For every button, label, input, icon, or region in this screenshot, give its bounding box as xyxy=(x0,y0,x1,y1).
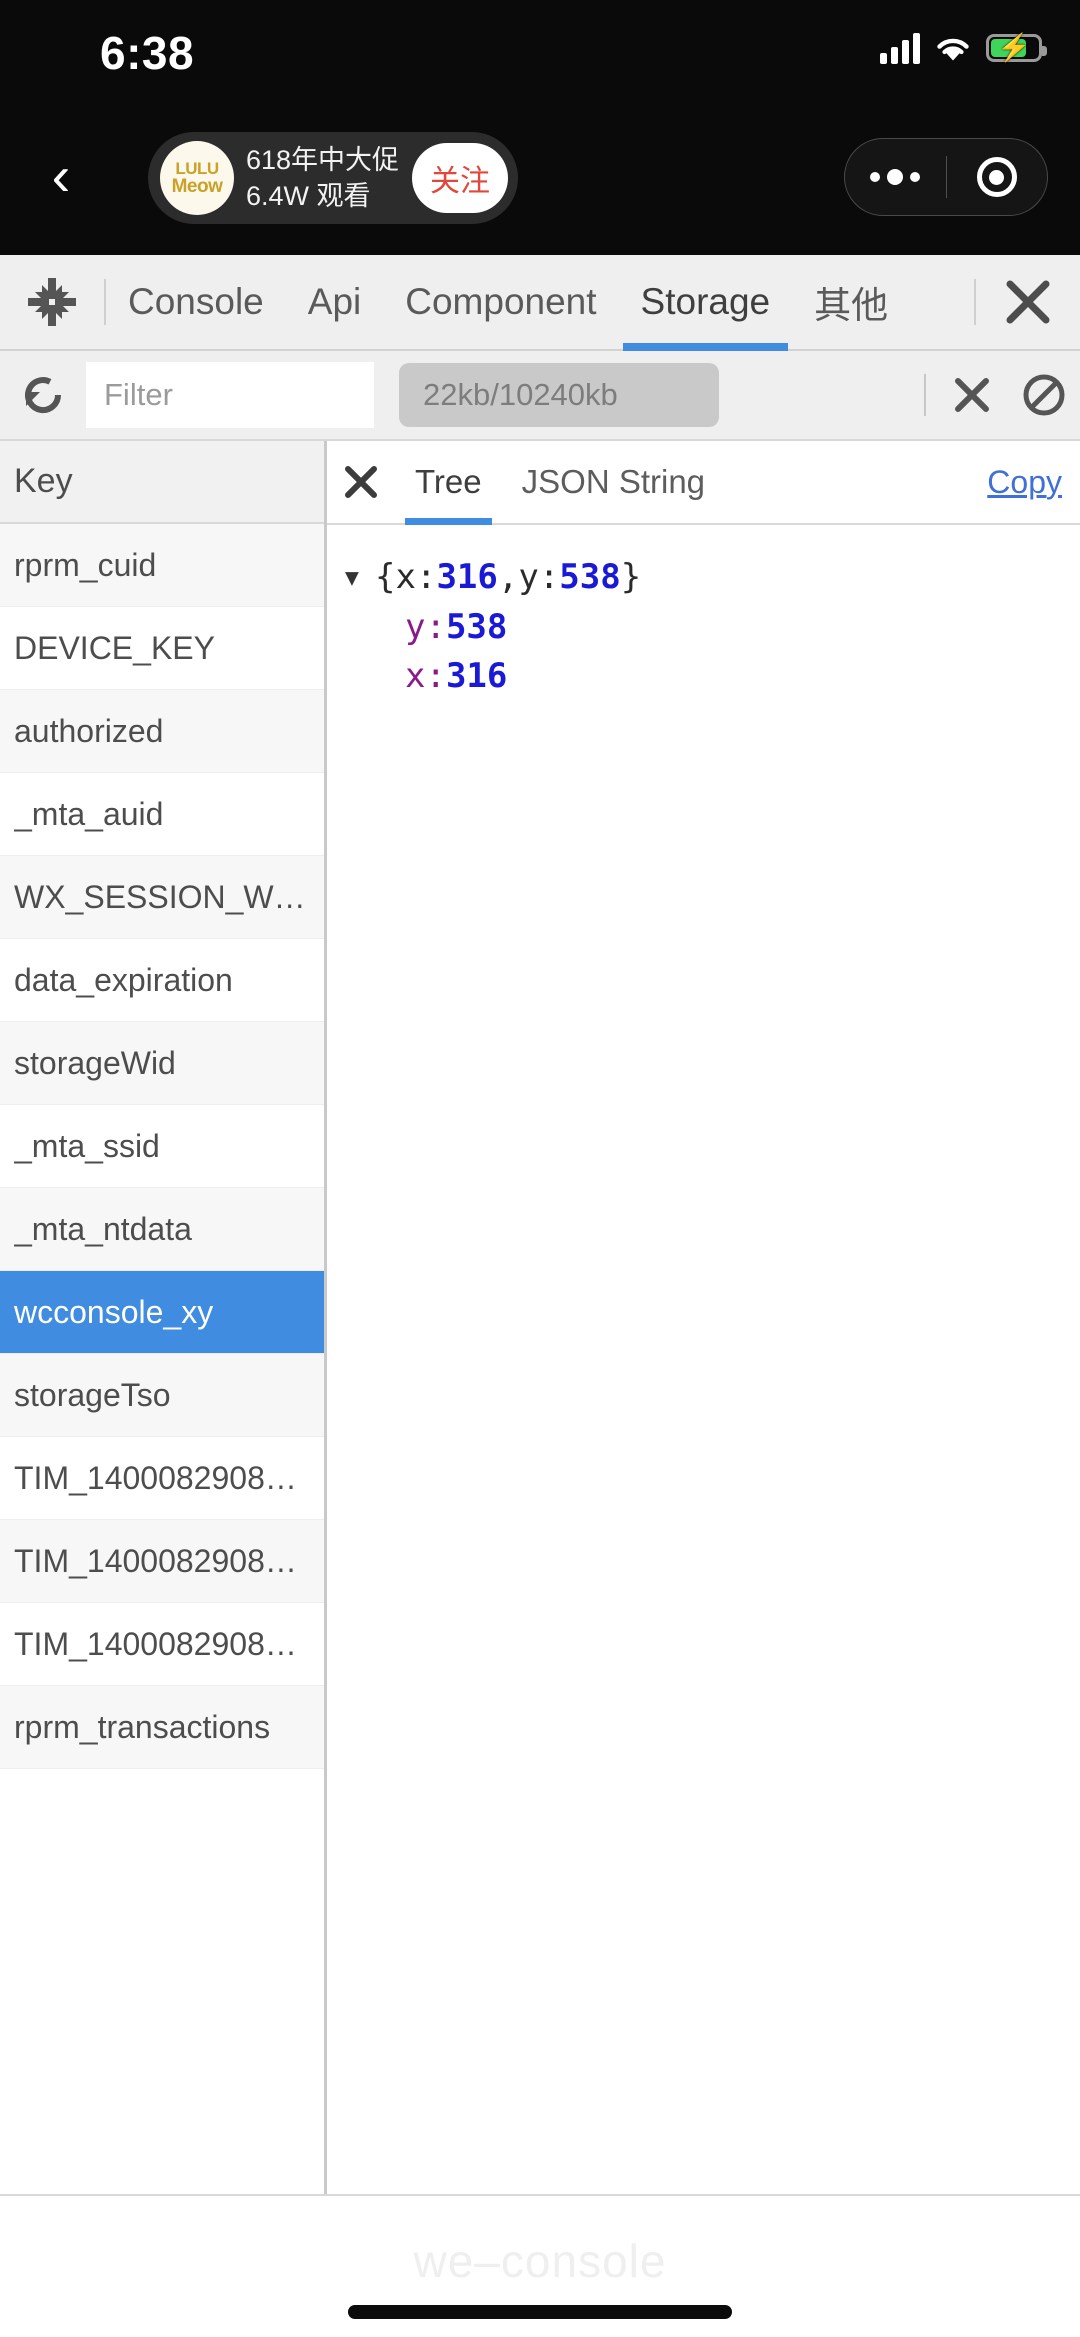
back-chevron-icon[interactable]: ‹ xyxy=(34,140,88,212)
home-indicator xyxy=(348,2305,732,2319)
tab-component[interactable]: Component xyxy=(383,255,618,349)
json-open-brace: { xyxy=(375,557,396,597)
clear-filter-icon[interactable] xyxy=(936,373,1008,417)
key-label: TIM_1400082908… xyxy=(14,1625,297,1662)
battery-charging-icon: ⚡ xyxy=(986,34,1047,62)
live-room-viewers: 6.4W 观看 xyxy=(246,181,371,211)
status-bar-time: 6:38 xyxy=(100,27,195,79)
no-entry-icon[interactable] xyxy=(1008,371,1080,419)
chevron-down-icon[interactable]: ▼ xyxy=(345,567,375,590)
table-row[interactable]: DEVICE_KEY xyxy=(0,607,324,690)
status-bar-icons: ⚡ xyxy=(880,32,1047,64)
tab-other[interactable]: 其他 xyxy=(792,255,910,349)
table-row[interactable]: rprm_cuid xyxy=(0,524,324,607)
json-summary-key-x: x: xyxy=(395,557,437,597)
table-row-selected[interactable]: wcconsole_xy xyxy=(0,1271,324,1354)
key-label: rprm_transactions xyxy=(14,1708,271,1745)
json-summary-value-y: 538 xyxy=(559,557,621,597)
key-label: DEVICE_KEY xyxy=(14,629,215,666)
json-tree-child-row: x: 316 xyxy=(345,652,1080,702)
json-tree-child-row: y: 538 xyxy=(345,603,1080,653)
value-tabbar: Tree JSON String Copy xyxy=(327,441,1080,525)
table-row[interactable]: _mta_ssid xyxy=(0,1105,324,1188)
storage-panes: Key rprm_cuid DEVICE_KEY authorized _mta… xyxy=(0,441,1080,2194)
tab-json-string[interactable]: JSON String xyxy=(502,441,725,523)
key-label: _mta_ssid xyxy=(14,1127,160,1164)
more-dots-icon[interactable] xyxy=(845,169,946,185)
table-row[interactable]: TIM_1400082908… xyxy=(0,1603,324,1686)
key-label: storageWid xyxy=(14,1044,176,1081)
json-close-brace: } xyxy=(620,557,642,597)
json-summary-separator: , xyxy=(497,557,519,597)
copy-link[interactable]: Copy xyxy=(987,441,1080,523)
table-row[interactable]: storageWid xyxy=(0,1022,324,1105)
live-bar: ‹ LULU Meow 618年中大促 6.4W 观看 关注 xyxy=(0,100,1080,255)
collapse-arrows-icon[interactable] xyxy=(0,255,104,349)
tab-api[interactable]: Api xyxy=(286,255,383,349)
tab-console[interactable]: Console xyxy=(106,255,286,349)
live-room-pill[interactable]: LULU Meow 618年中大促 6.4W 观看 关注 xyxy=(148,132,518,224)
table-row[interactable]: data_expiration xyxy=(0,939,324,1022)
avatar-logo-line1: LULU xyxy=(175,158,219,178)
avatar: LULU Meow xyxy=(160,141,234,215)
key-column-header: Key xyxy=(0,441,324,524)
filterbar-divider xyxy=(924,374,926,416)
key-label: data_expiration xyxy=(14,961,233,998)
value-close-icon[interactable] xyxy=(327,441,395,523)
json-child-value: 538 xyxy=(445,606,508,647)
status-bar: 6:38 ⚡ xyxy=(0,0,1080,100)
key-label: wcconsole_xy xyxy=(14,1293,214,1330)
cellular-signal-icon xyxy=(880,32,920,64)
key-label: WX_SESSION_W… xyxy=(14,878,306,915)
filter-input[interactable] xyxy=(86,362,374,428)
table-row[interactable]: TIM_1400082908… xyxy=(0,1520,324,1603)
table-row[interactable]: authorized xyxy=(0,690,324,773)
json-tree-root-row[interactable]: ▼ { x: 316 , y: 538 } xyxy=(345,553,1080,603)
table-row[interactable]: WX_SESSION_W… xyxy=(0,856,324,939)
devtools-tabbar: Console Api Component Storage 其他 xyxy=(0,255,1080,351)
live-room-title: 618年中大促 xyxy=(246,144,400,175)
tab-storage[interactable]: Storage xyxy=(619,255,793,351)
storage-value-panel: Tree JSON String Copy ▼ { x: 316 , y: 53… xyxy=(327,441,1080,2194)
capsule-target-icon[interactable] xyxy=(947,157,1048,197)
json-child-value: 316 xyxy=(445,656,508,697)
key-label: TIM_1400082908… xyxy=(14,1459,297,1496)
key-label: rprm_cuid xyxy=(14,546,157,583)
wifi-icon xyxy=(937,38,969,61)
json-summary-value-x: 316 xyxy=(436,557,498,597)
storage-filter-bar: 22kb/10240kb xyxy=(0,351,1080,441)
storage-size-badge: 22kb/10240kb xyxy=(399,363,719,427)
key-label: _mta_auid xyxy=(14,795,164,832)
miniprogram-capsule xyxy=(844,138,1048,216)
table-row[interactable]: storageTso xyxy=(0,1354,324,1437)
live-room-info: 618年中大促 6.4W 观看 xyxy=(246,142,412,215)
key-label: storageTso xyxy=(14,1376,171,1413)
table-row[interactable]: rprm_transactions xyxy=(0,1686,324,1769)
screen-root: 6:38 ⚡ ‹ LULU Meow 618年中大促 6.4W 观看 关注 Co… xyxy=(0,0,1080,2337)
refresh-icon[interactable] xyxy=(0,370,86,420)
table-row[interactable]: _mta_ntdata xyxy=(0,1188,324,1271)
table-row[interactable]: TIM_1400082908… xyxy=(0,1437,324,1520)
we-console-watermark: we–console xyxy=(413,2235,667,2287)
devtools-tabs: Console Api Component Storage 其他 xyxy=(106,255,974,351)
key-label: TIM_1400082908… xyxy=(14,1542,297,1579)
json-tree: ▼ { x: 316 , y: 538 } y: 538 x: 316 xyxy=(327,525,1080,702)
devtools-close-icon[interactable] xyxy=(976,255,1080,349)
tab-tree[interactable]: Tree xyxy=(395,441,502,525)
table-row[interactable]: _mta_auid xyxy=(0,773,324,856)
json-child-key: x: xyxy=(405,656,446,697)
live-stream-header: 6:38 ⚡ ‹ LULU Meow 618年中大促 6.4W 观看 关注 xyxy=(0,0,1080,255)
json-summary-key-y: y: xyxy=(518,557,560,597)
key-label: authorized xyxy=(14,712,164,749)
json-child-key: y: xyxy=(405,606,446,647)
avatar-logo-line2: Meow xyxy=(171,175,223,197)
key-label: _mta_ntdata xyxy=(14,1210,192,1247)
storage-key-panel: Key rprm_cuid DEVICE_KEY authorized _mta… xyxy=(0,441,327,2194)
follow-button[interactable]: 关注 xyxy=(412,143,508,213)
footer: we–console xyxy=(0,2194,1080,2337)
